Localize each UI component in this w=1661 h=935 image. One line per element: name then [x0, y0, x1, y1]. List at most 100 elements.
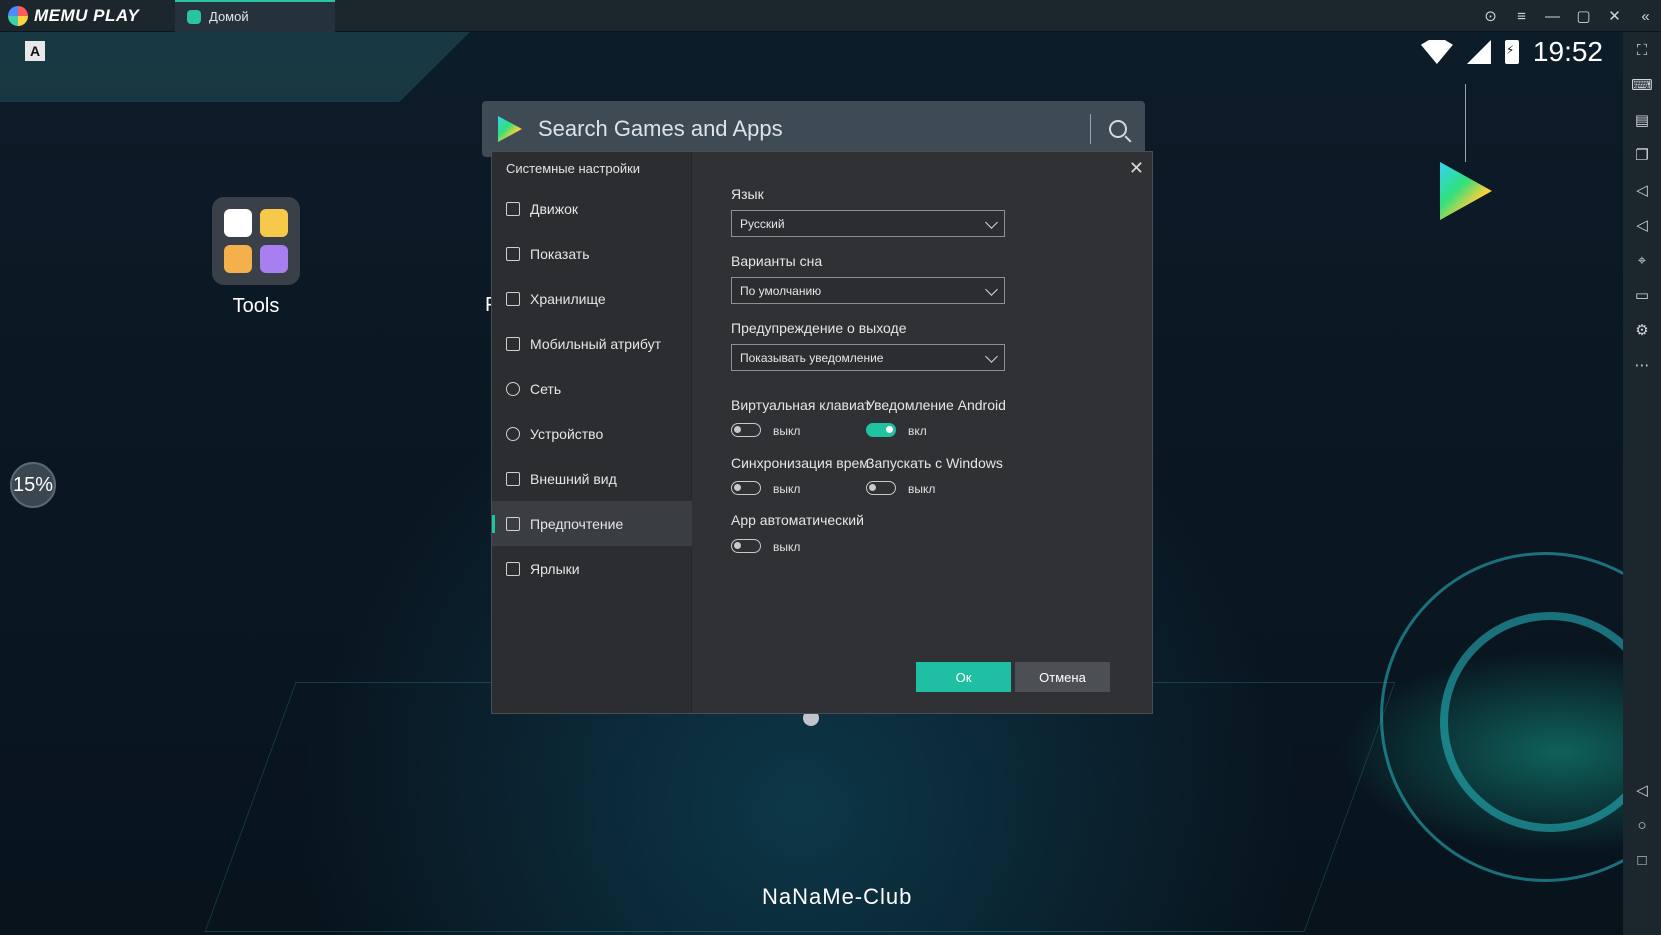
more-icon[interactable]: ⋯ — [1632, 355, 1652, 375]
keyboard-layout-icon[interactable]: A — [25, 41, 45, 61]
time-sync-toggle[interactable] — [731, 481, 761, 495]
android-notify-toggle[interactable] — [866, 423, 896, 437]
settings-menu: Движок Показать Хранилище Мобильный атри… — [492, 186, 692, 591]
ok-button[interactable]: Ок — [916, 662, 1011, 692]
menu-label: Мобильный атрибут — [530, 335, 662, 352]
memu-logo-icon — [8, 5, 28, 26]
folder-icon[interactable]: ▭ — [1632, 285, 1652, 305]
back-icon[interactable]: ◁ — [1632, 780, 1652, 800]
search-bar[interactable]: Search Games and Apps — [482, 101, 1145, 157]
close-window-button[interactable]: ✕ — [1599, 0, 1630, 32]
minimize-button[interactable]: — — [1537, 0, 1568, 32]
virtual-keyboard-toggle[interactable] — [731, 423, 761, 437]
play-store-hanger — [1465, 84, 1466, 162]
maximize-button[interactable]: ▢ — [1568, 0, 1599, 32]
dialog-title: Системные настройки — [506, 161, 641, 176]
menu-label: Показать — [530, 245, 590, 262]
files-app-icon — [224, 245, 252, 273]
time-sync-label: Синхронизация врем — [731, 455, 869, 471]
engine-icon — [506, 201, 520, 216]
menu-item-preference[interactable]: Предпочтение — [492, 501, 692, 546]
menu-item-display[interactable]: Показать — [492, 231, 692, 276]
chevron-down-icon — [985, 350, 998, 363]
globe-icon — [506, 381, 520, 396]
menu-item-appearance[interactable]: Внешний вид — [492, 456, 692, 501]
multi-instance-icon[interactable]: ❐ — [1632, 145, 1652, 165]
app-logo: MEMU PLAY — [0, 5, 175, 26]
status-bar: 19:52 — [1420, 36, 1603, 68]
tab-home[interactable]: Домой — [175, 0, 335, 32]
android-notify-label: Уведомление Android — [866, 397, 1006, 413]
location-icon[interactable]: ⌖ — [1632, 250, 1652, 270]
window-icon — [506, 471, 520, 486]
android-notify-state: вкл — [908, 424, 927, 438]
background-decoration — [0, 32, 470, 102]
gallery-app-icon — [260, 245, 288, 273]
apk-install-icon[interactable]: ▤ — [1632, 110, 1652, 130]
sleep-select[interactable]: По умолчанию — [731, 277, 1005, 304]
close-dialog-icon[interactable]: ✕ — [1129, 158, 1144, 179]
settings-sidebar: Системные настройки Движок Показать Хран… — [492, 152, 692, 713]
menu-item-device[interactable]: Устройство — [492, 411, 692, 456]
language-select[interactable]: Русский — [731, 210, 1005, 237]
volume-down-icon[interactable]: ◁ — [1632, 215, 1652, 235]
time-sync-state: выкл — [773, 482, 801, 496]
menu-label: Предпочтение — [530, 515, 624, 532]
wrench-icon — [506, 516, 520, 531]
home-icon[interactable]: ○ — [1632, 815, 1652, 835]
chevron-down-icon — [985, 216, 998, 229]
wifi-icon — [1420, 40, 1453, 64]
exit-warning-select[interactable]: Показывать уведомление — [731, 344, 1005, 371]
performance-badge[interactable]: 15% — [10, 462, 56, 508]
sleep-label: Варианты сна — [731, 253, 823, 269]
tab-home-label: Домой — [209, 9, 249, 24]
recent-apps-icon[interactable]: □ — [1632, 850, 1652, 870]
exit-warning-label: Предупреждение о выходе — [731, 320, 907, 336]
keyboard-mapping-icon[interactable]: ⌨ — [1631, 75, 1653, 95]
menu-item-mobile-attribute[interactable]: Мобильный атрибут — [492, 321, 692, 366]
virtual-keyboard-state: выкл — [773, 424, 801, 438]
sleep-value: По умолчанию — [740, 283, 822, 298]
chevron-down-icon — [985, 283, 998, 296]
search-input[interactable]: Search Games and Apps — [538, 116, 1090, 142]
cancel-button[interactable]: Отмена — [1015, 662, 1110, 692]
fullscreen-icon[interactable]: ⛶ — [1632, 40, 1652, 60]
menu-item-network[interactable]: Сеть — [492, 366, 692, 411]
language-label: Язык — [731, 186, 764, 202]
menu-item-engine[interactable]: Движок — [492, 186, 692, 231]
menu-icon[interactable]: ≡ — [1506, 0, 1537, 32]
keyboard-icon — [506, 561, 520, 576]
display-icon — [506, 246, 520, 261]
exit-warning-value: Показывать уведомление — [740, 350, 884, 365]
window-controls: ⊙ ≡ — ▢ ✕ « — [1475, 0, 1661, 32]
start-with-windows-toggle[interactable] — [866, 481, 896, 495]
right-toolbar: ⛶ ⌨ ▤ ❐ ◁ ◁ ⌖ ▭ ⚙ ⋯ ◁ ○ □ — [1623, 32, 1661, 935]
signal-icon — [1466, 40, 1491, 64]
home-tab-icon — [187, 9, 201, 24]
battery-charging-icon — [1504, 40, 1519, 64]
app-auto-label: App автоматический — [731, 512, 864, 528]
language-value: Русский — [740, 216, 785, 231]
menu-item-shortcuts[interactable]: Ярлыки — [492, 546, 692, 591]
menu-label: Ярлыки — [530, 560, 580, 577]
volume-up-icon[interactable]: ◁ — [1632, 180, 1652, 200]
start-with-windows-state: выкл — [908, 482, 936, 496]
search-icon[interactable] — [1091, 120, 1145, 138]
menu-item-storage[interactable]: Хранилище — [492, 276, 692, 321]
menu-label: Внешний вид — [530, 470, 617, 487]
title-bar: MEMU PLAY Домой ⊙ ≡ — ▢ ✕ « — [0, 0, 1661, 32]
collapse-sidebar-icon[interactable]: « — [1630, 0, 1661, 32]
account-icon[interactable]: ⊙ — [1475, 0, 1506, 32]
virtual-keyboard-label: Виртуальная клавиат — [731, 397, 871, 413]
gear-icon[interactable]: ⚙ — [1632, 320, 1652, 340]
app-auto-state: выкл — [773, 540, 801, 554]
play-store-small-icon — [498, 116, 522, 142]
app-auto-toggle[interactable] — [731, 539, 761, 553]
play-store-icon[interactable] — [1440, 162, 1492, 220]
tools-folder[interactable]: Tools — [212, 197, 300, 318]
menu-label: Хранилище — [530, 290, 606, 307]
tools-label: Tools — [232, 295, 280, 317]
menu-label: Устройство — [530, 425, 604, 442]
google-icon — [224, 209, 252, 237]
menu-label: Сеть — [530, 380, 562, 397]
